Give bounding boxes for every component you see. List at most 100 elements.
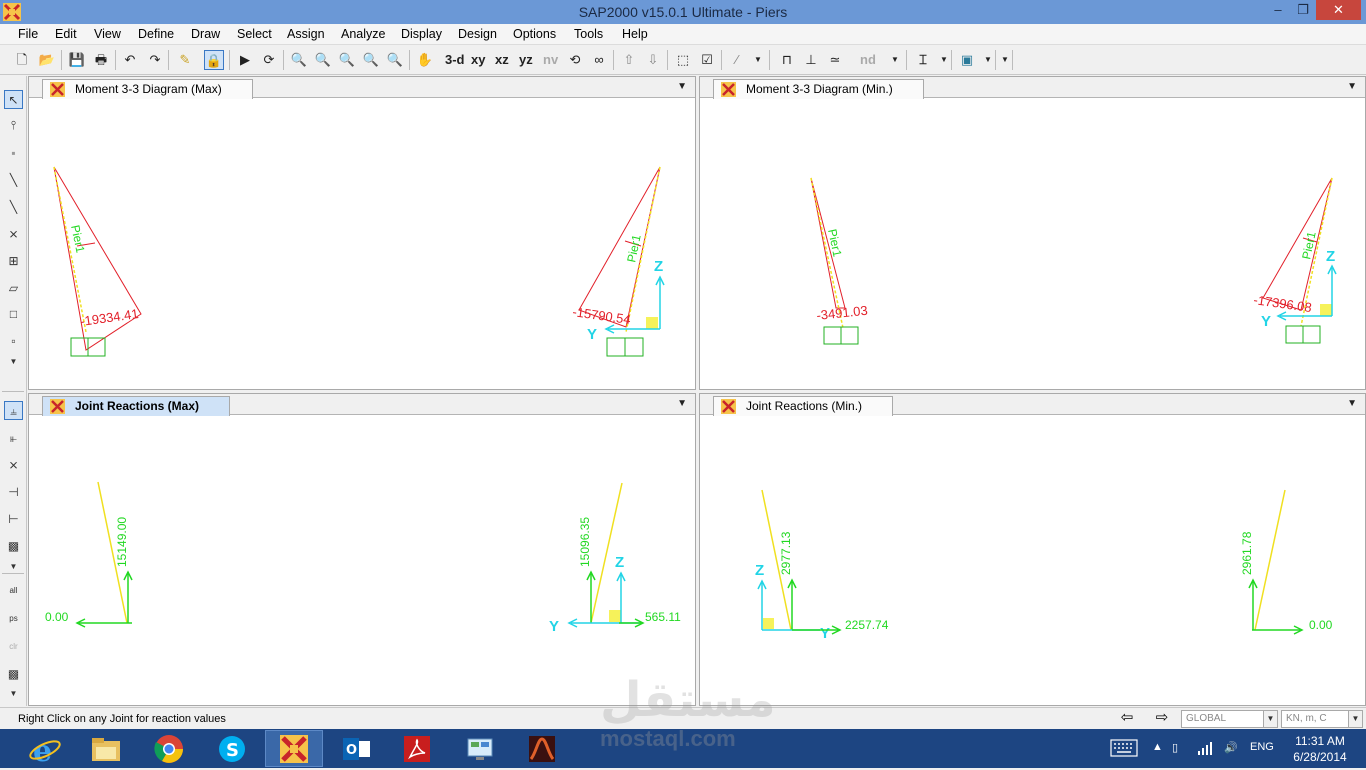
menu-analyze[interactable]: Analyze <box>341 27 385 41</box>
chrome-icon[interactable] <box>140 730 198 767</box>
pane-reactions-min[interactable]: Joint Reactions (Min.) ▼ Z 2977.13 Y 225… <box>699 393 1366 706</box>
tab-moment-min[interactable]: Moment 3-3 Diagram (Min.) <box>713 79 924 99</box>
control-panel-icon[interactable] <box>451 730 509 767</box>
chevron-down-icon[interactable]: ▼ <box>4 684 23 703</box>
outlook-icon[interactable]: O <box>327 730 385 767</box>
minimize-button[interactable]: – <box>1268 0 1288 20</box>
restore-previous-zoom-icon[interactable]: 🔍 <box>337 50 357 70</box>
chevron-down-icon[interactable]: ▼ <box>1347 81 1357 92</box>
zoom-out-icon[interactable]: 🔍 <box>385 50 405 70</box>
menu-assign[interactable]: Assign <box>287 27 325 41</box>
set-yz-view-button[interactable]: yz <box>519 52 533 67</box>
taskbar-clock[interactable]: 11:31 AM 6/28/2014 <box>1285 733 1355 765</box>
battery-icon[interactable]: ▯ <box>1172 741 1178 754</box>
pane-moment-max[interactable]: Moment 3-3 Diagram (Max) ▼ Pier1 -19334.… <box>28 76 696 390</box>
units-select[interactable]: KN, m, C ▼ <box>1281 710 1363 728</box>
move-down-icon[interactable]: ⇩ <box>643 50 663 70</box>
menu-select[interactable]: Select <box>237 27 272 41</box>
new-model-icon[interactable]: 🗋 <box>12 50 32 70</box>
run-analysis-icon[interactable]: ▶ <box>235 50 255 70</box>
restraint-free-icon[interactable]: ⊢ <box>4 510 23 529</box>
set-xy-view-button[interactable]: xy <box>471 52 485 67</box>
select-all-icon[interactable]: all <box>4 581 23 600</box>
acrobat-icon[interactable] <box>388 730 446 767</box>
chevron-down-icon[interactable]: ▼ <box>885 50 905 70</box>
menu-design[interactable]: Design <box>458 27 497 41</box>
quick-draw-frame-icon[interactable]: ╲ <box>4 198 23 217</box>
pane-moment-min[interactable]: Moment 3-3 Diagram (Min.) ▼ Pier1 -3491.… <box>699 76 1366 390</box>
input-language[interactable]: ENG <box>1250 741 1274 753</box>
tab-moment-max[interactable]: Moment 3-3 Diagram (Max) <box>42 79 253 99</box>
coord-system-select[interactable]: GLOBAL ▼ <box>1181 710 1278 728</box>
show-undeformed-shape-icon[interactable]: ⊓ <box>777 50 797 70</box>
matlab-icon[interactable] <box>513 730 571 767</box>
arrow-left-icon[interactable]: ⇦ <box>1115 710 1139 728</box>
undo-icon[interactable]: ↶ <box>120 50 140 70</box>
quick-draw-braces-icon[interactable]: ⨯ <box>4 225 23 244</box>
get-previous-selection-icon[interactable]: ps <box>4 609 23 628</box>
pane-reactions-max[interactable]: Joint Reactions (Max) ▼ 15149.00 0.00 15… <box>28 393 696 706</box>
show-forces-icon[interactable]: ≃ <box>825 50 845 70</box>
tab-reactions-min[interactable]: Joint Reactions (Min.) <box>713 396 894 416</box>
move-up-icon[interactable]: ⇧ <box>619 50 639 70</box>
restraint-fixed-icon[interactable]: ⫦ <box>4 429 23 448</box>
close-button[interactable]: ✕ <box>1316 0 1361 20</box>
restraint-pinned-icon[interactable]: ⨯ <box>4 456 23 475</box>
moment-max-diagram[interactable]: Pier1 -19334.41 Pier1 -15790.54 Z Y <box>29 98 695 389</box>
menu-define[interactable]: Define <box>138 27 174 41</box>
quick-draw-area-icon[interactable]: ▫ <box>4 332 23 351</box>
set-xz-view-button[interactable]: xz <box>495 52 509 67</box>
chevron-down-icon[interactable]: ▼ <box>1348 711 1362 727</box>
chevron-down-icon[interactable]: ▼ <box>677 398 687 409</box>
perspective-toggle-icon[interactable]: ∞ <box>589 50 609 70</box>
menu-display[interactable]: Display <box>401 27 442 41</box>
network-signal-icon[interactable] <box>1197 741 1213 758</box>
show-selection-only-icon[interactable]: ☑ <box>697 50 717 70</box>
draw-joint-icon[interactable]: ▪ <box>4 144 23 163</box>
draw-frame-icon[interactable]: ╲ <box>4 171 23 190</box>
draw-rectangular-area-icon[interactable]: □ <box>4 305 23 324</box>
file-explorer-icon[interactable] <box>77 730 135 767</box>
quick-draw-secondary-beams-icon[interactable]: ⊞ <box>4 252 23 271</box>
get-previous-selection-icon[interactable]: ⬚ <box>673 50 693 70</box>
maximize-button[interactable]: ❐ <box>1293 0 1313 20</box>
pan-hand-icon[interactable]: ✋ <box>415 50 435 70</box>
menu-edit[interactable]: Edit <box>55 27 77 41</box>
menu-file[interactable]: File <box>18 27 38 41</box>
menu-view[interactable]: View <box>94 27 121 41</box>
rubber-band-zoom-icon[interactable]: 🔍 <box>289 50 309 70</box>
show-hidden-icons-icon[interactable]: ▲ <box>1152 741 1163 753</box>
volume-icon[interactable]: 🔊 <box>1224 741 1238 754</box>
assign-joint-restraints-icon[interactable]: ⫨ <box>4 401 23 420</box>
set-3d-view-button[interactable]: 3-d <box>445 52 465 67</box>
draw-poly-area-icon[interactable]: ▱ <box>4 279 23 298</box>
chevron-down-icon[interactable]: ▼ <box>1263 711 1277 727</box>
zoom-in-icon[interactable]: 🔍 <box>361 50 381 70</box>
redo-icon[interactable]: ↷ <box>145 50 165 70</box>
open-folder-icon[interactable]: 📂 <box>37 50 57 70</box>
chevron-down-icon[interactable]: ▼ <box>677 81 687 92</box>
reactions-min-diagram[interactable]: Z 2977.13 Y 2257.74 2961.78 0.00 <box>700 415 1365 705</box>
clear-selection-icon[interactable]: clr <box>4 637 23 656</box>
keyboard-icon[interactable] <box>1110 739 1138 760</box>
object-shrink-icon[interactable]: ∕ <box>727 50 747 70</box>
refresh-window-icon[interactable]: ⟳ <box>259 50 279 70</box>
menu-draw[interactable]: Draw <box>191 27 220 41</box>
restraint-roller-icon[interactable]: ⊣ <box>4 483 23 502</box>
lock-icon[interactable]: 🔒 <box>204 50 224 70</box>
arrow-right-icon[interactable]: ⇨ <box>1150 710 1174 728</box>
chevron-down-icon[interactable]: ▼ <box>1347 398 1357 409</box>
show-deformed-shape-icon[interactable]: ⊥ <box>801 50 821 70</box>
restraint-custom-icon[interactable]: ▩ <box>4 537 23 556</box>
chevron-down-icon[interactable]: ▼ <box>748 50 768 70</box>
set-nv-view-button[interactable]: nv <box>543 52 558 67</box>
menu-options[interactable]: Options <box>513 27 556 41</box>
menu-help[interactable]: Help <box>622 27 648 41</box>
display-options-icon[interactable]: ▣ <box>957 50 977 70</box>
chevron-down-icon[interactable]: ▼ <box>4 352 23 371</box>
save-icon[interactable]: 💾 <box>67 50 87 70</box>
pencil-icon[interactable]: ✎ <box>175 50 195 70</box>
rotate-view-icon[interactable]: ⟲ <box>565 50 585 70</box>
pointer-icon[interactable]: ↖ <box>4 90 23 109</box>
internet-explorer-icon[interactable]: e <box>16 730 74 769</box>
